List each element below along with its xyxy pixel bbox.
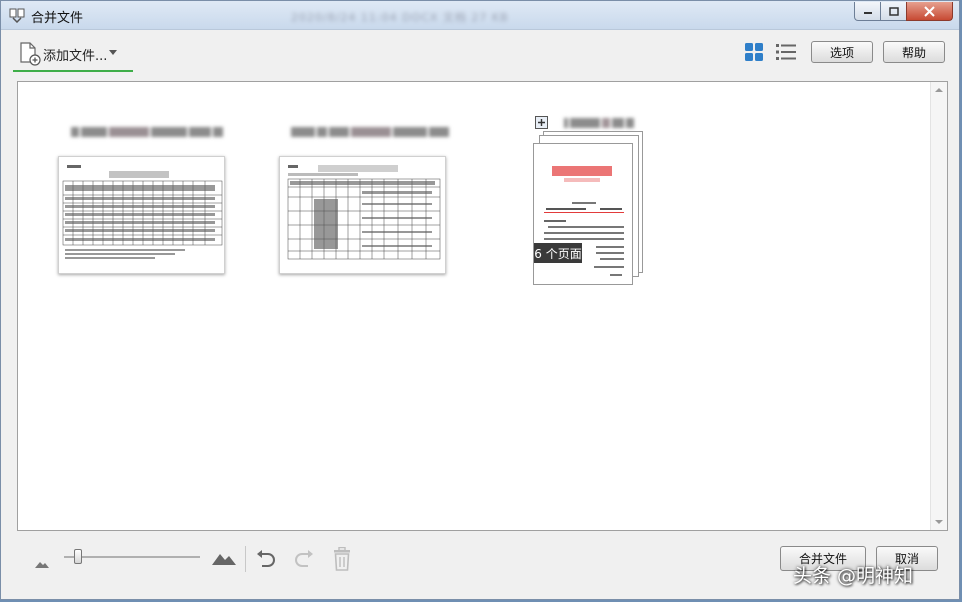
spreadsheet-preview: [287, 165, 441, 260]
trash-icon[interactable]: [332, 547, 352, 571]
file-name-blurred: [564, 118, 634, 128]
toolbar-divider: [245, 546, 246, 572]
window-title: 合并文件: [31, 11, 84, 26]
options-button[interactable]: 选项: [811, 41, 873, 63]
background-blurred-text: 2020/8/24 11:04 DOCX 文档 27 KB: [291, 11, 509, 24]
zoom-slider-track[interactable]: [64, 556, 200, 558]
file-name-blurred: [291, 127, 449, 137]
document-preview: [544, 166, 624, 276]
file-thumbnail-spreadsheet[interactable]: [58, 156, 225, 274]
add-file-icon: [20, 42, 41, 66]
redo-icon[interactable]: [293, 548, 315, 570]
minimize-icon: [863, 12, 872, 14]
help-button[interactable]: 帮助: [883, 41, 945, 63]
expand-pages-icon[interactable]: [535, 116, 548, 129]
add-file-label: 添加文件...: [43, 49, 108, 64]
title-bar: 合并文件 2020/8/24 11:04 DOCX 文档 27 KB: [1, 1, 959, 30]
close-icon: [924, 5, 935, 17]
plus-icon: [538, 119, 545, 126]
chevron-down-icon[interactable]: [109, 50, 117, 55]
merge-app-icon: [9, 8, 25, 23]
document-page-stack[interactable]: [533, 131, 645, 289]
close-button[interactable]: [906, 2, 953, 21]
scroll-down-icon[interactable]: [935, 520, 943, 524]
merge-files-window: 合并文件 2020/8/24 11:04 DOCX 文档 27 KB 添加文件.…: [0, 0, 960, 600]
undo-icon[interactable]: [255, 548, 277, 570]
zoom-slider-thumb[interactable]: [73, 549, 82, 564]
file-thumbnail-spreadsheet[interactable]: [279, 156, 446, 274]
zoom-in-mountain-icon[interactable]: [212, 551, 236, 565]
zoom-out-mountain-icon[interactable]: [35, 560, 49, 568]
spreadsheet-preview: [62, 165, 223, 259]
watermark-text: 头条 @明神知: [793, 565, 914, 587]
add-file-button[interactable]: 添加文件...: [13, 38, 133, 72]
maximize-button[interactable]: [880, 2, 907, 21]
document-first-page: [533, 143, 633, 285]
grid-view-icon[interactable]: [744, 42, 764, 62]
list-view-icon[interactable]: [775, 42, 797, 62]
file-name-blurred: [71, 127, 223, 137]
maximize-icon: [888, 6, 899, 16]
file-thumbnail-panel: [17, 81, 948, 531]
vertical-scrollbar[interactable]: [930, 82, 947, 530]
minimize-button[interactable]: [854, 2, 881, 21]
page-count-badge: 6 个页面: [534, 243, 582, 263]
scroll-up-icon[interactable]: [935, 88, 943, 92]
